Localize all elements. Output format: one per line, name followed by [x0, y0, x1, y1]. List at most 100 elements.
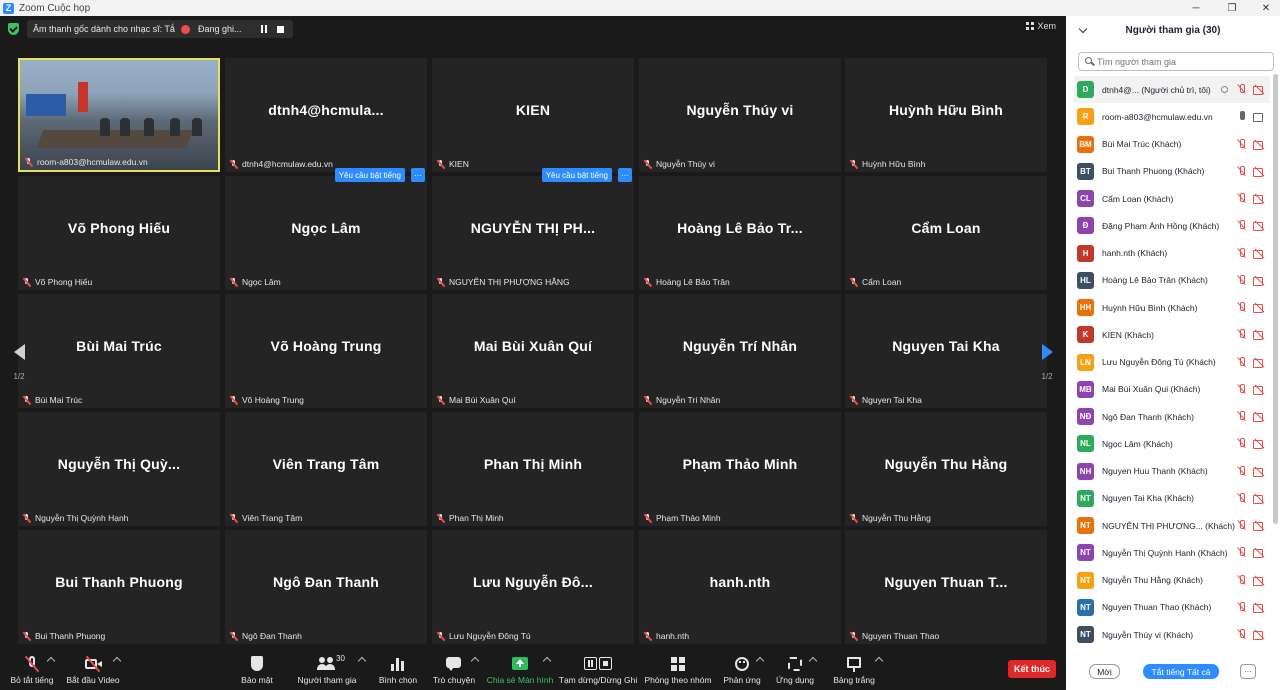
camera-off-icon[interactable] — [1253, 385, 1266, 395]
apps-button[interactable]: Ứng dụng — [775, 644, 815, 690]
camera-off-icon[interactable] — [1253, 548, 1266, 559]
participants-button[interactable]: 30 Người tham gia — [296, 644, 358, 690]
mic-muted-icon[interactable] — [1236, 629, 1247, 640]
participant-tile[interactable]: Lưu Nguyễn Đô... Lưu Nguyễn Đông Tú — [432, 530, 634, 644]
participant-tile[interactable]: Mai Bùi Xuân Quí Mai Bùi Xuân Quí — [432, 294, 634, 408]
participant-tile[interactable]: Nguyễn Thúy vi Nguyễn Thúy vi — [639, 58, 841, 172]
participant-row[interactable]: NT Nguyen Tai Kha (Khách) — [1074, 485, 1270, 512]
participant-tile[interactable]: Nguyễn Thu Hằng Nguyễn Thu Hằng — [845, 412, 1047, 526]
participant-tile[interactable]: Huỳnh Hữu Bình Huỳnh Hữu Bình — [845, 58, 1047, 172]
reactions-button[interactable]: Phản ứng — [722, 644, 762, 690]
participants-chevron-icon[interactable] — [357, 656, 367, 666]
participant-tile[interactable]: room-a803@hcmulaw.edu.vn — [18, 58, 220, 172]
pause-recording-icon[interactable] — [261, 25, 267, 33]
camera-off-icon[interactable] — [1253, 576, 1266, 586]
camera-off-icon[interactable] — [1253, 467, 1266, 477]
participant-tile[interactable]: Bui Thanh Phuong Bui Thanh Phuong — [18, 530, 220, 644]
participant-tile[interactable]: Võ Hoàng Trung Võ Hoàng Trung — [225, 294, 427, 408]
mic-muted-icon[interactable] — [1236, 329, 1247, 340]
participant-row[interactable]: LN Lưu Nguyễn Đông Tú (Khách) — [1074, 349, 1270, 376]
stop-recording-icon[interactable] — [277, 25, 284, 33]
mic-muted-icon[interactable] — [1236, 601, 1247, 613]
request-unmute-button[interactable]: Yêu cầu bật tiếng — [334, 168, 405, 182]
participant-tile[interactable]: Cẩm Loan Cẩm Loan — [845, 176, 1047, 290]
invite-button[interactable]: Mời — [1089, 664, 1120, 679]
participant-row[interactable]: Ddtnh4@... (Người chủ trì, tôi) — [1074, 76, 1270, 104]
camera-off-icon[interactable] — [1253, 85, 1266, 96]
mic-icon[interactable] — [1236, 111, 1247, 122]
participant-tile[interactable]: KIEN KIEN — [432, 58, 634, 172]
next-page-button[interactable]: 1/2 — [1037, 336, 1057, 396]
participant-tile[interactable]: Nguyễn Thị Quỳ... Nguyễn Thị Quỳnh Hạnh — [18, 412, 220, 526]
minimize-button[interactable]: ─ — [1184, 0, 1208, 16]
participant-tile[interactable]: Ngọc Lâm Ngọc Lâm Yêu cầu bật tiếng ··· — [225, 168, 427, 290]
mic-muted-icon[interactable] — [1236, 465, 1247, 477]
mic-muted-icon[interactable] — [1236, 492, 1247, 504]
mic-muted-icon[interactable] — [1236, 302, 1247, 313]
camera-off-icon[interactable] — [1253, 412, 1266, 423]
participant-row[interactable]: Hhanh.nth (Khách) — [1074, 240, 1270, 267]
mic-muted-icon[interactable] — [1236, 138, 1247, 150]
mic-muted-icon[interactable] — [1236, 520, 1247, 531]
security-shield-icon[interactable] — [8, 23, 19, 35]
mic-muted-icon[interactable] — [1236, 165, 1247, 177]
breakout-rooms-button[interactable]: Phòng theo nhóm — [644, 644, 712, 690]
camera-off-icon[interactable] — [1253, 358, 1266, 368]
participant-tile[interactable]: NGUYỄN THỊ PH... NGUYỄN THỊ PHƯỢNG HẰNG Yê… — [432, 168, 634, 290]
participant-tile[interactable]: hanh.nth hanh.nth — [639, 530, 841, 644]
start-video-button[interactable]: Bắt đầu Video — [66, 644, 120, 690]
chat-button[interactable]: Trò chuyện — [432, 644, 476, 690]
participant-row[interactable]: NĐ Ngô Đan Thanh (Khách) — [1074, 403, 1270, 430]
close-button[interactable]: ✕ — [1254, 0, 1278, 16]
participant-row[interactable]: NT Nguyễn Thị Quỳnh Hanh (Khách) — [1074, 539, 1270, 566]
mute-all-button[interactable]: Tắt tiếng Tất cả — [1143, 664, 1219, 679]
original-sound-toggle[interactable]: Âm thanh gốc dành cho nhạc sĩ: Tắt — [27, 20, 184, 38]
whiteboard-chevron-icon[interactable] — [874, 656, 884, 666]
participant-tile[interactable]: Ngô Đan Thanh Ngô Đan Thanh — [225, 530, 427, 644]
mic-muted-icon[interactable] — [1236, 193, 1247, 204]
participant-tile[interactable]: Nguyễn Trí Nhân Nguyễn Trí Nhân — [639, 294, 841, 408]
camera-off-icon[interactable] — [1253, 630, 1266, 641]
camera-off-icon[interactable] — [1253, 167, 1266, 177]
participant-tile[interactable]: Hoàng Lê Bảo Tr... Hoàng Lê Bảo Trân — [639, 176, 841, 290]
panel-scrollbar[interactable] — [1273, 74, 1278, 524]
participant-row[interactable]: Rroom-a803@hcmulaw.edu.vn — [1074, 103, 1270, 130]
participant-tile[interactable]: Viên Trang Tâm Viên Trang Tâm — [225, 412, 427, 526]
participant-tile[interactable]: Bùi Mai Trúc Bùi Mai Trúc — [18, 294, 220, 408]
participant-row[interactable]: HL Hoàng Lê Bảo Trân (Khách) — [1074, 267, 1270, 294]
camera-off-icon[interactable] — [1253, 330, 1266, 341]
camera-icon[interactable] — [1253, 112, 1266, 123]
camera-off-icon[interactable] — [1253, 140, 1266, 150]
participant-tile[interactable]: Nguyen Tai Kha Nguyen Tai Kha — [845, 294, 1047, 408]
mic-muted-icon[interactable] — [1236, 438, 1247, 449]
mic-muted-icon[interactable] — [1236, 547, 1247, 558]
unmute-button[interactable]: Bỏ tắt tiếng — [8, 644, 56, 690]
end-meeting-button[interactable]: Kết thúc — [1008, 660, 1056, 678]
camera-off-icon[interactable] — [1253, 603, 1266, 613]
polls-button[interactable]: Bình chọn — [376, 644, 420, 690]
tile-more-button[interactable]: ··· — [618, 168, 632, 182]
mic-muted-icon[interactable] — [1236, 383, 1247, 395]
camera-off-icon[interactable] — [1253, 249, 1266, 259]
participant-row[interactable]: MB Mai Bùi Xuân Qui (Khách) — [1074, 376, 1270, 403]
participant-row[interactable]: NT Nguyễn Thúy vi (Khách) — [1074, 621, 1270, 648]
camera-off-icon[interactable] — [1253, 221, 1266, 232]
mic-muted-icon[interactable] — [1236, 356, 1247, 368]
mic-muted-icon[interactable] — [1236, 574, 1247, 586]
participant-tile[interactable]: Nguyen Thuan T... Nguyen Thuan Thao — [845, 530, 1047, 644]
camera-off-icon[interactable] — [1253, 276, 1266, 286]
pause-stop-recording-button[interactable]: Tạm dừng/Dừng Ghi — [559, 644, 637, 690]
participant-row[interactable]: BM Bùi Mai Trúc (Khách) — [1074, 131, 1270, 158]
participant-row[interactable]: BT Bui Thanh Phuong (Khách) — [1074, 158, 1270, 185]
participant-row[interactable]: Đ Đặng Phạm Ánh Hồng (Khách) — [1074, 212, 1270, 239]
whiteboard-button[interactable]: Bảng trắng — [832, 644, 876, 690]
participant-row[interactable]: HH Huỳnh Hữu Bình (Khách) — [1074, 294, 1270, 321]
mic-muted-icon[interactable] — [1236, 411, 1247, 422]
camera-off-icon[interactable] — [1253, 494, 1266, 504]
prev-page-button[interactable]: 1/2 — [9, 336, 29, 396]
participant-tile[interactable]: Phan Thị Minh Phan Thị Minh — [432, 412, 634, 526]
participant-row[interactable]: NT Nguyen Thuan Thao (Khách) — [1074, 594, 1270, 621]
tile-more-button[interactable]: ··· — [411, 168, 425, 182]
camera-off-icon[interactable] — [1253, 439, 1266, 450]
camera-off-icon[interactable] — [1253, 303, 1266, 314]
